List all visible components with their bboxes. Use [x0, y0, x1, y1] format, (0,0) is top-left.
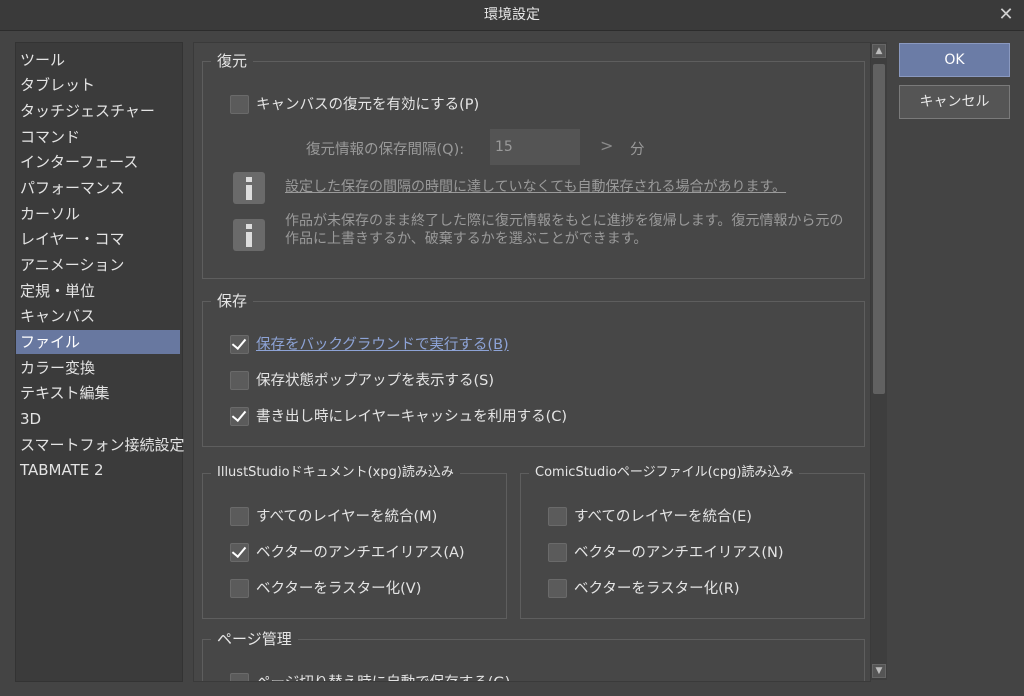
close-icon[interactable]: ✕ — [994, 3, 1018, 27]
restore-interval-unit: 分 — [630, 142, 645, 158]
sidebar-item-text-edit[interactable]: テキスト編集 — [16, 381, 180, 405]
checkbox-box[interactable] — [548, 579, 567, 598]
restore-group: 復元 キャンバスの復元を有効にする(P) 復元情報の保存間隔(Q): > 分 設… — [202, 51, 865, 279]
xpg-merge-label: すべてのレイヤーを統合(M) — [256, 509, 438, 525]
checkbox-box[interactable] — [230, 334, 249, 354]
xpg-antialias-label: ベクターのアンチエイリアス(A) — [256, 545, 465, 561]
cpg-import-group: ComicStudioページファイル(cpg)読み込み すべてのレイヤーを統合(… — [520, 463, 865, 619]
scroll-down-icon[interactable]: ▼ — [872, 664, 886, 678]
restore-info-link[interactable]: 設定した保存の間隔の時間に達していなくても自動保存される場合があります。 — [285, 178, 845, 196]
cpg-antialias-label: ベクターのアンチエイリアス(N) — [574, 545, 784, 561]
sidebar-item-file[interactable]: ファイル — [16, 330, 180, 354]
checkmark-icon — [231, 334, 247, 351]
info-icon — [233, 219, 265, 251]
sidebar-item-smartphone[interactable]: スマートフォン接続設定 — [16, 433, 185, 457]
save-background-label[interactable]: 保存をバックグラウンドで実行する(B) — [256, 334, 509, 356]
sidebar-item-touch-gesture[interactable]: タッチジェスチャー — [16, 99, 180, 123]
scroll-up-icon[interactable]: ▲ — [872, 44, 886, 58]
checkbox-box[interactable] — [230, 95, 249, 114]
checkbox-box[interactable] — [230, 579, 249, 598]
sidebar-item-cursor[interactable]: カーソル — [16, 202, 180, 226]
xpg-group-title: IllustStudioドキュメント(xpg)読み込み — [211, 463, 460, 483]
checkbox-box[interactable] — [230, 371, 249, 390]
sidebar-item-color-conversion[interactable]: カラー変換 — [16, 356, 180, 380]
window-title: 環境設定 — [484, 7, 540, 23]
sidebar-item-animation[interactable]: アニメーション — [16, 253, 180, 277]
page-management-group: ページ管理 ページ切り替え時に自動で保存する(G) — [202, 629, 865, 681]
cpg-merge-label: すべてのレイヤーを統合(E) — [574, 509, 752, 525]
checkbox-box[interactable] — [230, 673, 249, 681]
checkmark-icon — [231, 542, 247, 559]
checkmark-icon — [231, 406, 247, 423]
checkbox-box[interactable] — [230, 507, 249, 526]
save-group-title: 保存 — [211, 291, 254, 311]
xpg-import-group: IllustStudioドキュメント(xpg)読み込み すべてのレイヤーを統合(… — [202, 463, 507, 619]
cpg-rasterize-label: ベクターをラスター化(R) — [574, 581, 740, 597]
category-sidebar: ツール タブレット タッチジェスチャー コマンド インターフェース パフォーマン… — [15, 42, 185, 682]
scroll-thumb[interactable] — [873, 64, 885, 394]
sidebar-item-command[interactable]: コマンド — [16, 125, 180, 149]
checkbox-box[interactable] — [230, 542, 249, 562]
cpg-group-title: ComicStudioページファイル(cpg)読み込み — [529, 463, 800, 483]
info-icon — [233, 172, 265, 204]
save-cache-label: 書き出し時にレイヤーキャッシュを利用する(C) — [256, 409, 568, 425]
restore-interval-input[interactable] — [490, 129, 580, 165]
sidebar-item-ruler-unit[interactable]: 定規・単位 — [16, 279, 180, 303]
title-bar: 環境設定 ✕ — [0, 0, 1024, 31]
sidebar-item-tool[interactable]: ツール — [16, 48, 180, 72]
page-autosave-label: ページ切り替え時に自動で保存する(G) — [256, 672, 510, 681]
chevron-right-icon[interactable]: > — [600, 136, 613, 155]
ok-button[interactable]: OK — [899, 43, 1010, 77]
sidebar-item-performance[interactable]: パフォーマンス — [16, 176, 180, 200]
sidebar-item-interface[interactable]: インターフェース — [16, 150, 180, 174]
restore-enable-label: キャンバスの復元を有効にする(P) — [256, 97, 480, 113]
sidebar-item-tabmate[interactable]: TABMATE 2 — [16, 458, 180, 482]
cancel-button[interactable]: キャンセル — [899, 85, 1010, 119]
checkbox-box[interactable] — [230, 406, 249, 426]
settings-panel: 復元 キャンバスの復元を有効にする(P) 復元情報の保存間隔(Q): > 分 設… — [193, 42, 871, 682]
checkbox-box[interactable] — [548, 543, 567, 562]
sidebar-item-3d[interactable]: 3D — [16, 407, 180, 431]
page-group-title: ページ管理 — [211, 629, 298, 649]
save-group: 保存 保存をバックグラウンドで実行する(B) 保存状態ポップアップを表示する(S… — [202, 291, 865, 447]
restore-interval-label: 復元情報の保存間隔(Q): — [306, 142, 465, 158]
sidebar-item-canvas[interactable]: キャンバス — [16, 304, 180, 328]
restore-info-text: 作品が未保存のまま終了した際に復元情報をもとに進捗を復帰します。復元情報から元の… — [285, 213, 844, 247]
sidebar-item-tablet[interactable]: タブレット — [16, 73, 180, 97]
checkbox-box[interactable] — [548, 507, 567, 526]
restore-group-title: 復元 — [211, 51, 254, 71]
save-popup-label: 保存状態ポップアップを表示する(S) — [256, 373, 495, 389]
vertical-scrollbar[interactable]: ▲ ▼ — [871, 42, 887, 680]
sidebar-item-layer[interactable]: レイヤー・コマ — [16, 227, 180, 251]
xpg-rasterize-label: ベクターをラスター化(V) — [256, 581, 422, 597]
